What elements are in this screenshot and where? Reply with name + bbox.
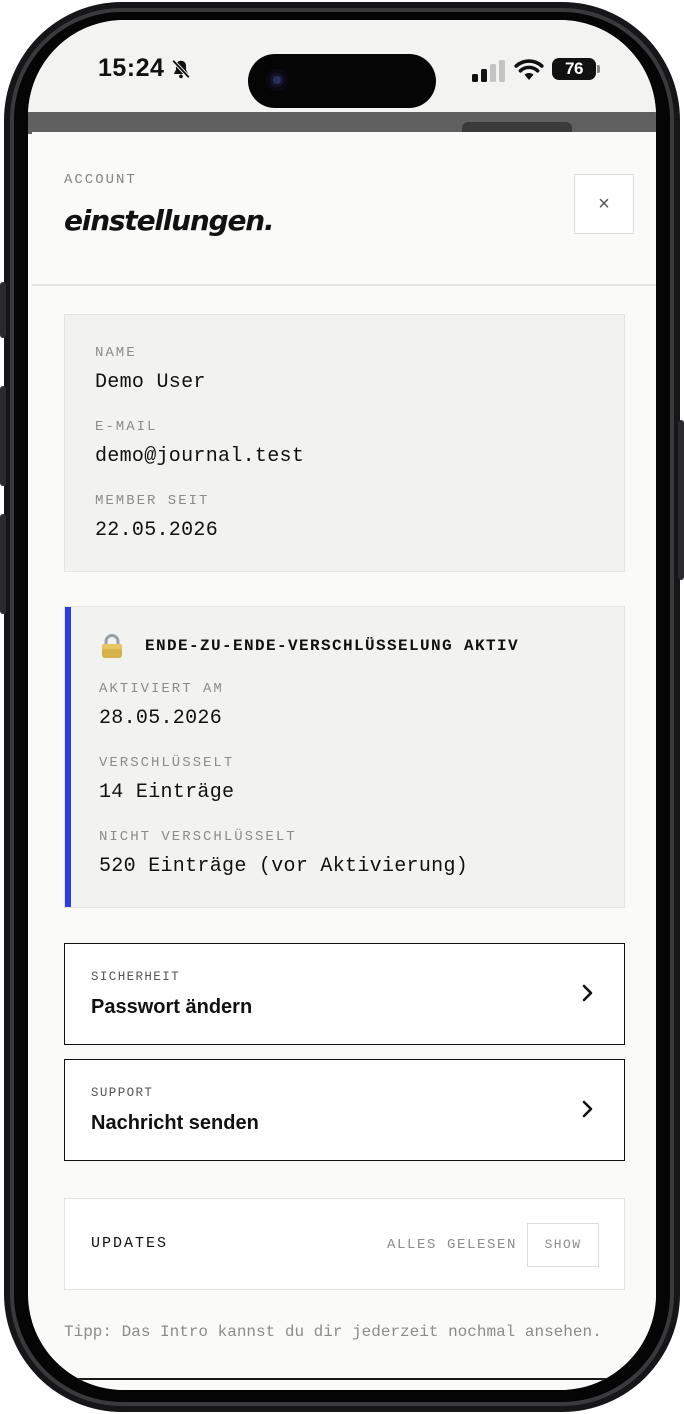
battery-icon: 76 — [552, 58, 596, 80]
encryption-card: ENDE-ZU-ENDE-VERSCHLÜSSELUNG AKTIV AKTIV… — [64, 606, 625, 908]
unencrypted-value: 520 Einträge (vor Aktivierung) — [99, 855, 469, 878]
page-title: einstellungen. — [64, 204, 275, 237]
updates-status: ALLES GELESEN — [387, 1237, 518, 1253]
action-button — [0, 282, 6, 338]
activated-value: 28.05.2026 — [99, 707, 223, 730]
chevron-right-icon — [582, 984, 593, 1002]
home-indicator-edge — [68, 1378, 616, 1380]
encryption-status-title: ENDE-ZU-ENDE-VERSCHLÜSSELUNG AKTIV — [145, 637, 520, 655]
bell-slash-icon — [171, 59, 191, 79]
sheet-backdrop — [28, 112, 656, 134]
nav-item-text: Passwort ändern — [91, 996, 253, 1018]
name-value: Demo User — [95, 371, 206, 394]
profile-card: NAME Demo User E-MAIL demo@journal.test … — [64, 314, 625, 572]
unencrypted-label: NICHT VERSCHLÜSSELT — [99, 829, 297, 845]
settings-sheet: ACCOUNT einstellungen. × NAME Demo User … — [32, 132, 656, 1390]
header-eyebrow: ACCOUNT — [64, 172, 137, 188]
encrypted-label: VERSCHLÜSSELT — [99, 755, 235, 771]
email-value: demo@journal.test — [95, 445, 305, 468]
email-label: E-MAIL — [95, 419, 158, 435]
activated-label: AKTIVIERT AM — [99, 681, 224, 697]
status-time: 15:24 — [98, 54, 165, 82]
change-password-button[interactable]: SICHERHEIT Passwort ändern — [64, 943, 625, 1045]
battery-cap — [597, 65, 600, 73]
updates-card: UPDATES ALLES GELESEN SHOW — [64, 1198, 625, 1290]
close-button[interactable]: × — [574, 174, 634, 234]
send-message-button[interactable]: SUPPORT Nachricht senden — [64, 1059, 625, 1161]
nav-item-label: SICHERHEIT — [91, 970, 181, 984]
lock-icon — [102, 634, 122, 658]
power-button — [678, 420, 684, 580]
cellular-signal-icon — [472, 60, 505, 82]
updates-label: UPDATES — [91, 1235, 169, 1252]
divider — [32, 284, 656, 286]
dynamic-island — [248, 54, 436, 108]
screen: 15:24 76 ACCOUNT einstellungen. × NAME D… — [28, 20, 656, 1390]
front-camera — [266, 69, 288, 91]
intro-tip: Tipp: Das Intro kannst du dir jederzeit … — [64, 1323, 602, 1341]
wifi-icon — [514, 59, 544, 80]
encrypted-value: 14 Einträge — [99, 781, 235, 804]
nav-item-label: SUPPORT — [91, 1086, 154, 1100]
volume-up-button — [0, 386, 6, 486]
nav-item-text: Nachricht senden — [91, 1112, 259, 1134]
close-icon: × — [598, 193, 610, 215]
volume-down-button — [0, 514, 6, 614]
status-bar: 15:24 76 — [28, 20, 656, 112]
name-label: NAME — [95, 345, 137, 361]
encryption-accent-bar — [65, 607, 71, 907]
member-since-value: 22.05.2026 — [95, 519, 219, 542]
show-updates-button[interactable]: SHOW — [527, 1223, 599, 1267]
member-since-label: MEMBER SEIT — [95, 493, 210, 509]
chevron-right-icon — [582, 1100, 593, 1118]
